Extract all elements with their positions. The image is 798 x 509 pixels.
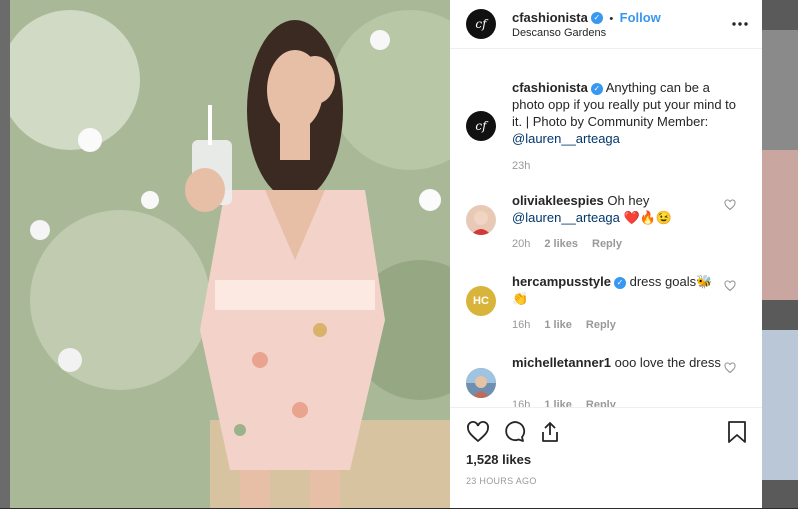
comment-text: michelletanner1 ooo love the dress xyxy=(512,354,727,371)
comments-list[interactable]: cf cfashionista ✓ Anything can be a photo… xyxy=(450,49,762,407)
backdrop-thumb xyxy=(762,30,798,150)
comment-body: ooo love the dress xyxy=(614,355,721,370)
caption-avatar[interactable]: cf xyxy=(466,111,496,141)
photo-illustration xyxy=(10,0,450,508)
comment-avatar[interactable]: HC xyxy=(466,286,496,316)
comment-time[interactable]: 16h xyxy=(512,399,530,407)
avatar-image xyxy=(466,368,496,398)
comment-time[interactable]: 20h xyxy=(512,238,530,250)
reply-button[interactable]: Reply xyxy=(586,399,616,407)
comment-avatar[interactable] xyxy=(466,368,496,398)
comment-avatar[interactable] xyxy=(466,205,496,235)
comment-likes[interactable]: 2 likes xyxy=(544,238,578,250)
bookmark-icon[interactable] xyxy=(726,420,748,444)
backdrop-left xyxy=(0,0,10,508)
reply-button[interactable]: Reply xyxy=(592,238,622,250)
backdrop-thumb xyxy=(762,150,798,300)
verified-icon: ✓ xyxy=(590,82,603,95)
separator-dot: • xyxy=(609,13,614,25)
comment-bubble-icon[interactable] xyxy=(502,420,526,444)
comment-emoji: 👏 xyxy=(512,291,529,306)
like-heart-icon[interactable] xyxy=(466,420,490,444)
comment-text: hercampusstyle ✓ dress goals🐝 👏 xyxy=(512,273,727,307)
logo-text: cf xyxy=(475,119,487,133)
comment-username[interactable]: oliviakleespies xyxy=(512,193,604,208)
profile-avatar[interactable]: cf xyxy=(466,9,496,39)
reply-button[interactable]: Reply xyxy=(586,319,616,331)
follow-button[interactable]: Follow xyxy=(620,10,661,25)
avatar-image xyxy=(471,210,491,235)
comment-time[interactable]: 16h xyxy=(512,319,530,331)
ellipsis-icon[interactable] xyxy=(732,10,748,31)
comment-username[interactable]: hercampusstyle xyxy=(512,274,611,289)
comment-body: dress goals🐝 xyxy=(629,274,713,289)
comment-meta: 16h 1 like Reply xyxy=(512,319,616,331)
comment-emoji: ❤️🔥😉 xyxy=(623,210,673,225)
post-photo[interactable] xyxy=(10,0,450,508)
like-comment-heart-icon[interactable] xyxy=(724,199,736,211)
caption-text: cfashionista ✓ Anything can be a photo op… xyxy=(512,79,737,147)
post-footer: 1,528 likes 23 HOURS AGO xyxy=(450,407,762,509)
verified-icon: ✓ xyxy=(614,276,626,289)
caption-mention[interactable]: @lauren__arteaga xyxy=(512,131,620,146)
post-header: cf cfashionista ✓ • Follow Descanso Garde… xyxy=(450,0,762,49)
comment-meta: 20h 2 likes Reply xyxy=(512,238,622,250)
like-comment-heart-icon[interactable] xyxy=(724,362,736,374)
post-timestamp: 23 HOURS AGO xyxy=(466,476,537,486)
comment-likes[interactable]: 1 like xyxy=(544,399,572,407)
location-link[interactable]: Descanso Gardens xyxy=(512,27,606,39)
comment-text: oliviakleespies Oh hey @lauren__arteaga … xyxy=(512,192,727,226)
post-panel: cf cfashionista ✓ • Follow Descanso Garde… xyxy=(450,0,762,508)
comment-meta: 16h 1 like Reply xyxy=(512,399,616,407)
backdrop-thumb xyxy=(762,330,798,480)
header-title-row: cfashionista ✓ • Follow xyxy=(512,9,661,27)
caption-username[interactable]: cfashionista xyxy=(512,80,588,95)
comment-likes[interactable]: 1 like xyxy=(544,319,572,331)
verified-icon: ✓ xyxy=(590,11,603,24)
like-comment-heart-icon[interactable] xyxy=(724,280,736,292)
share-icon[interactable] xyxy=(538,420,562,444)
caption-time[interactable]: 23h xyxy=(512,160,530,172)
avatar-initials: HC xyxy=(473,295,489,307)
header-username[interactable]: cfashionista xyxy=(512,10,588,25)
comment-username[interactable]: michelletanner1 xyxy=(512,355,611,370)
comment-mention[interactable]: @lauren__arteaga xyxy=(512,210,620,225)
logo-text: cf xyxy=(475,17,487,31)
comment-body: Oh hey xyxy=(607,193,650,208)
likes-count[interactable]: 1,528 likes xyxy=(466,452,531,467)
